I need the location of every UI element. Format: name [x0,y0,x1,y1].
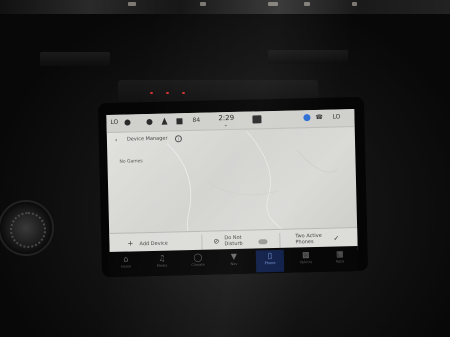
dock-item-nav[interactable]: ▼ Nav [220,251,249,274]
divider [279,232,281,249]
dock-item-phone[interactable]: ▯ Phone [255,249,285,273]
navigation-icon: ▼ [230,251,238,262]
profile-icon[interactable] [146,118,153,126]
air-vent-left [40,52,110,66]
right-temp-label: LO [332,113,341,121]
control-knob[interactable] [0,202,52,254]
dock-label: Vehicle [299,260,313,265]
phone-icon: ▯ [267,251,273,261]
dock-label: Media [156,263,168,268]
notification-icon[interactable] [161,117,168,125]
dock-label: Home [120,264,132,269]
add-device-button[interactable]: Add Device [139,241,168,248]
home-icon: ⌂ [123,254,129,264]
back-button[interactable]: ‹ [115,137,118,144]
connectivity-icon[interactable] [303,114,311,122]
air-vent-right [268,50,348,64]
indicator-led [150,92,153,94]
left-temp-label: LO [110,118,119,126]
page-title: Device Manager [126,135,168,143]
dock-item-vehicle[interactable]: ▩ Vehicle [292,249,321,272]
divider [201,234,203,251]
camera-icon[interactable] [176,118,183,125]
dock-item-apps[interactable]: ▦ Apps [326,248,355,271]
do-not-disturb-toggle[interactable] [258,239,268,245]
two-active-phones-button[interactable]: Two Active Phones [295,233,329,246]
clock: 2:29 [218,113,235,123]
plus-icon: + [127,239,134,248]
indicator-led [166,92,169,94]
dock-item-media[interactable]: ♫ Media [148,252,177,275]
music-note-icon: ♫ [158,253,166,263]
climate-icon: ◯ [193,252,203,262]
climate-status-icon [124,119,131,126]
dock-item-climate[interactable]: ◯ Climate [184,252,213,275]
dock-label: Nav [230,261,238,267]
apps-grid-icon: ▦ [335,249,344,259]
infotainment-screen: LO 84 2:29 ⌄ ☎ LO ‹ Device Manager i No … [106,108,358,257]
dock-label: Phone [264,260,276,266]
dock-label: Climate [191,262,205,268]
do-not-disturb-button[interactable]: Do Not Disturb [224,235,252,247]
window-lights [0,0,450,14]
do-not-disturb-icon: ⊘ [213,237,220,246]
checkmark-icon: ✓ [333,234,340,243]
small-temp-label: 84 [192,116,201,124]
phone-status-icon: ☎ [315,113,324,121]
apps-icon[interactable] [252,115,262,124]
empty-list-text: No Games [119,159,143,165]
chevron-down-icon[interactable]: ⌄ [224,122,228,128]
dock-item-home[interactable]: ⌂ Home [112,253,141,276]
vehicle-icon: ▩ [301,250,310,260]
indicator-led [182,92,185,94]
dock-label: Apps [335,259,345,264]
